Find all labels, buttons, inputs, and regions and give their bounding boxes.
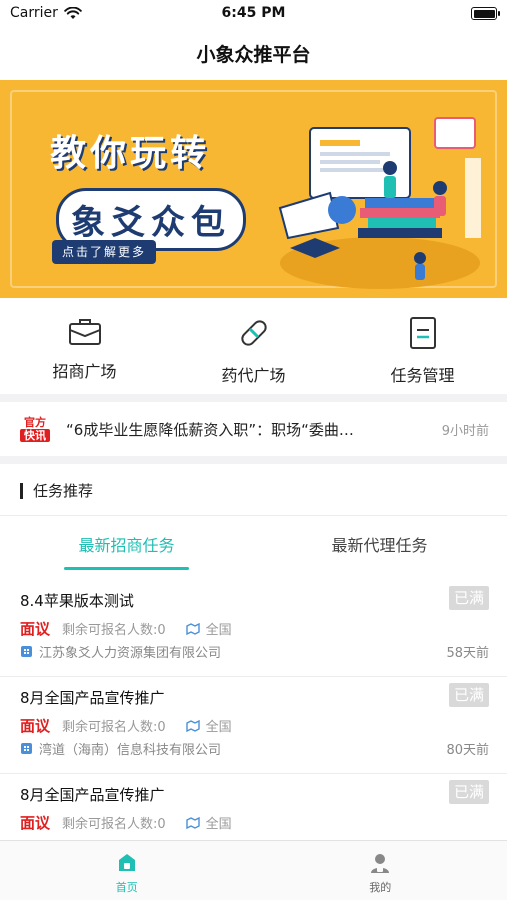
status-badge: 已满	[449, 780, 489, 804]
task-price: 面议	[20, 620, 51, 638]
section-marker	[20, 482, 23, 499]
task-meta: 面议 剩余可报名人数:0 全国	[20, 812, 232, 833]
news-time: 9小时前	[441, 423, 489, 439]
entry-pharma-rep-plaza[interactable]: 药代广场	[169, 302, 338, 394]
tab-label: 我的	[369, 881, 392, 894]
map-icon	[185, 719, 200, 732]
status-bar: Carrier 6:45 PM	[0, 0, 507, 28]
task-region: 全国	[205, 817, 232, 832]
briefcase-icon	[68, 319, 101, 345]
pill-icon	[240, 320, 267, 346]
section-title: 任务推荐	[33, 482, 94, 500]
tab-latest-agent-tasks[interactable]: 最新代理任务	[253, 518, 506, 570]
tab-profile[interactable]: 我的	[254, 841, 507, 900]
profile-icon	[371, 854, 390, 873]
entry-merchant-plaza[interactable]: 招商广场	[0, 302, 169, 394]
task-title: 8月全国产品宣传推广	[20, 786, 165, 804]
home-icon	[118, 854, 135, 871]
navigation-bar: 小象众推平台	[0, 28, 507, 78]
status-badge: 已满	[449, 586, 489, 610]
company-name: 江苏象爻人力资源集团有限公司	[39, 646, 222, 661]
official-news-logo: 官方 快讯	[20, 416, 50, 442]
remaining-slots: 剩余可报名人数:0	[62, 720, 166, 735]
posted-time: 58天前	[446, 646, 489, 661]
news-ticker[interactable]: 官方 快讯 “6成毕业生愿降低薪资入职”：职场“委曲… 9小时前	[0, 402, 507, 456]
entry-label: 药代广场	[221, 366, 286, 385]
building-icon	[21, 646, 32, 657]
tab-latest-merchant-tasks[interactable]: 最新招商任务	[0, 518, 253, 570]
banner-learn-more-button[interactable]: 点击了解更多	[52, 240, 157, 264]
task-title: 8.4苹果版本测试	[20, 592, 134, 610]
map-icon	[185, 816, 200, 829]
page-title: 小象众推平台	[196, 43, 311, 66]
promo-banner[interactable]: 教你玩转 象爻众包 点击了解更多	[0, 80, 507, 298]
status-time: 6:45 PM	[221, 5, 286, 21]
divider	[0, 394, 507, 402]
list-item[interactable]: 8月全国产品宣传推广 已满 面议 剩余可报名人数:0 全国 湾道（海南）信息科技…	[0, 677, 507, 774]
task-price: 面议	[20, 814, 51, 832]
status-badge: 已满	[449, 683, 489, 707]
banner-illustration	[278, 117, 481, 289]
battery-icon	[471, 7, 500, 20]
entry-task-management[interactable]: 任务管理	[338, 302, 507, 394]
task-title: 8月全国产品宣传推广	[20, 689, 165, 707]
divider	[0, 456, 507, 464]
task-meta: 面议 剩余可报名人数:0 全国	[20, 715, 232, 736]
task-tabs: 最新招商任务 最新代理任务	[0, 518, 507, 570]
news-headline: “6成毕业生愿降低薪资入职”：职场“委曲…	[66, 420, 354, 439]
task-meta: 面议 剩余可报名人数:0 全国	[20, 618, 232, 639]
bottom-tab-bar: 首页 我的	[0, 840, 507, 900]
tab-home[interactable]: 首页	[0, 841, 254, 900]
entry-label: 招商广场	[52, 362, 117, 381]
task-region: 全国	[205, 720, 232, 735]
banner-headline: 教你玩转	[50, 133, 211, 174]
section-header: 任务推荐	[0, 466, 507, 516]
company-name: 湾道（海南）信息科技有限公司	[39, 743, 222, 758]
task-list-icon	[409, 317, 436, 349]
remaining-slots: 剩余可报名人数:0	[62, 623, 166, 638]
task-region: 全国	[205, 623, 232, 638]
remaining-slots: 剩余可报名人数:0	[62, 817, 166, 832]
posted-time: 80天前	[446, 743, 489, 758]
list-item[interactable]: 8.4苹果版本测试 已满 面议 剩余可报名人数:0 全国 江苏象爻人力资源集团有…	[0, 580, 507, 677]
task-company: 江苏象爻人力资源集团有限公司	[20, 642, 221, 661]
building-icon	[21, 743, 32, 754]
task-price: 面议	[20, 717, 51, 735]
map-icon	[185, 622, 200, 635]
task-company: 湾道（海南）信息科技有限公司	[20, 739, 221, 758]
tab-label: 首页	[115, 881, 138, 894]
task-list: 8.4苹果版本测试 已满 面议 剩余可报名人数:0 全国 江苏象爻人力资源集团有…	[0, 580, 507, 871]
quick-entry-row: 招商广场 药代广场 任务管理	[0, 302, 507, 394]
entry-label: 任务管理	[390, 366, 455, 385]
